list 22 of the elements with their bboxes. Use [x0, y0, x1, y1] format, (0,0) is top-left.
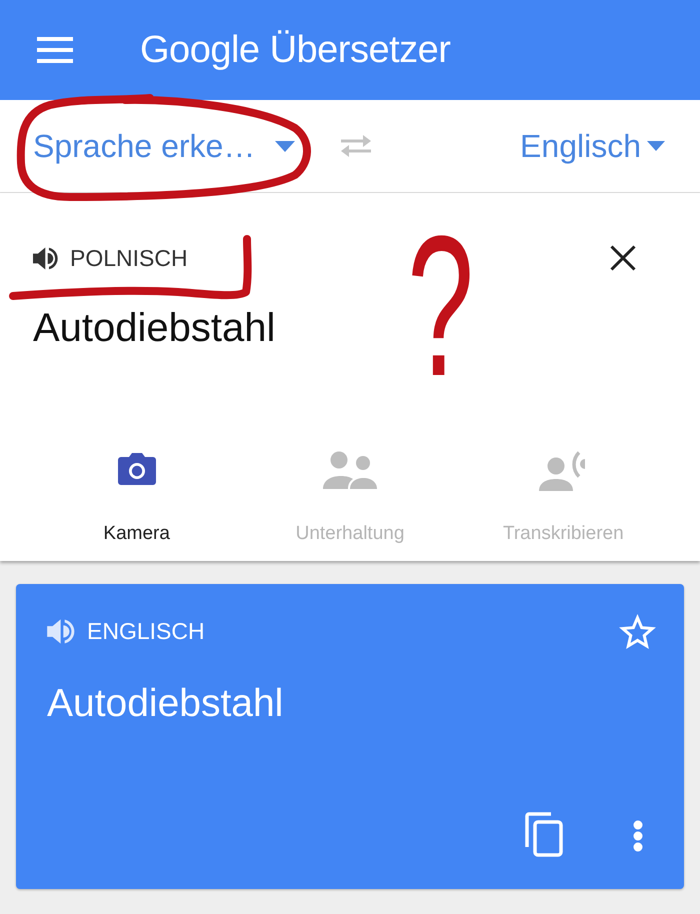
- close-icon[interactable]: [610, 245, 636, 271]
- more-options-icon[interactable]: [632, 820, 644, 852]
- two-people-icon: [322, 451, 377, 489]
- target-language-label: ENGLISCH: [87, 620, 205, 643]
- person-speaking-icon: [539, 451, 588, 491]
- handwritten-question-mark: ?: [407, 229, 474, 385]
- detected-language-label: POLNISCH: [70, 246, 188, 270]
- speaker-icon[interactable]: [33, 246, 60, 270]
- star-icon[interactable]: [619, 614, 656, 649]
- app-title: Google Übersetzer: [140, 31, 450, 69]
- camera-icon: [116, 451, 157, 487]
- copy-icon[interactable]: [525, 812, 563, 857]
- menu-icon[interactable]: [37, 37, 73, 63]
- translated-text: Autodiebstahl: [47, 684, 284, 723]
- mode-button[interactable]: Transkribieren: [456, 451, 670, 543]
- mode-button[interactable]: Kamera: [30, 451, 244, 543]
- caret-icon: [647, 141, 665, 151]
- source-text-field[interactable]: Autodiebstahl: [33, 308, 276, 348]
- caret-icon: [275, 140, 296, 152]
- mode-button[interactable]: Unterhaltung: [243, 451, 457, 543]
- source-language-dropdown[interactable]: Sprache erke…: [33, 130, 296, 162]
- target-language-dropdown[interactable]: Englisch: [520, 130, 665, 162]
